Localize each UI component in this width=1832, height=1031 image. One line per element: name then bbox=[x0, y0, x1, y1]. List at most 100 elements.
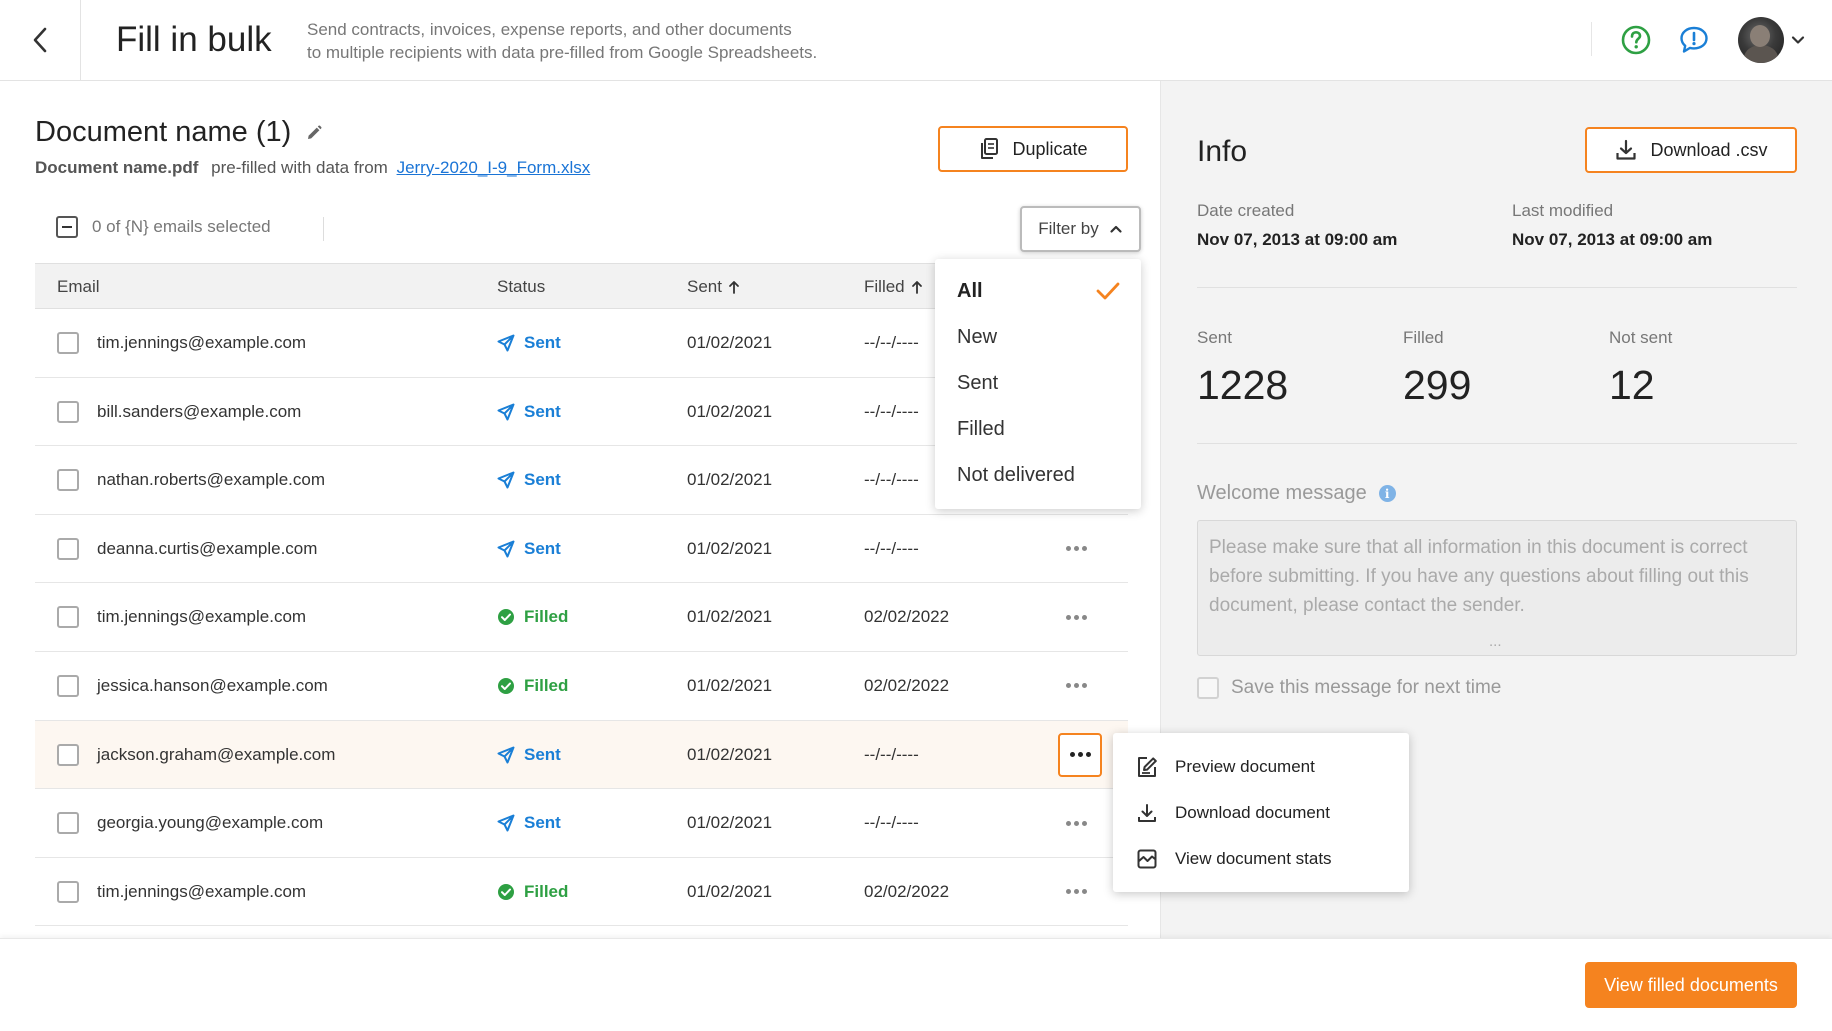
row-status-label: Filled bbox=[524, 607, 569, 627]
row-email: tim.jennings@example.com bbox=[97, 607, 307, 627]
stat-filled-value: 299 bbox=[1403, 362, 1472, 408]
row-more-actions-button[interactable] bbox=[1059, 811, 1093, 835]
row-more-actions-button[interactable] bbox=[1058, 732, 1102, 777]
row-sent-date: 01/02/2021 bbox=[687, 813, 773, 833]
filter-option-label: All bbox=[957, 279, 983, 302]
selection-divider bbox=[323, 217, 324, 241]
row-sent-date: 01/02/2021 bbox=[687, 607, 773, 627]
table-row[interactable]: tim.jennings@example.com Filled 01/02/2021… bbox=[35, 583, 1128, 652]
table-row[interactable]: georgia.young@example.com Sent 01/02/2021 -… bbox=[35, 789, 1128, 858]
row-checkbox[interactable] bbox=[57, 537, 79, 560]
row-status: Sent bbox=[497, 539, 561, 559]
filter-option-new[interactable]: New bbox=[935, 314, 1141, 360]
filter-option-all[interactable]: All bbox=[935, 268, 1141, 314]
row-filled-date: 02/02/2022 bbox=[864, 607, 950, 627]
column-status[interactable]: Status bbox=[497, 277, 545, 297]
row-checkbox[interactable] bbox=[57, 332, 79, 354]
paper-plane-icon bbox=[497, 814, 515, 832]
view-filled-documents-button[interactable]: View filled documents bbox=[1585, 962, 1797, 1008]
row-email: deanna.curtis@example.com bbox=[97, 538, 318, 558]
row-checkbox[interactable] bbox=[57, 674, 79, 697]
pencil-icon[interactable] bbox=[305, 124, 323, 142]
table-row[interactable]: jackson.graham@example.com Sent 01/02/2021… bbox=[35, 720, 1128, 790]
info-icon[interactable]: i bbox=[1378, 485, 1396, 502]
source-spreadsheet-link[interactable]: Jerry-2020_I-9_Form.xlsx bbox=[397, 158, 591, 177]
row-filled-date: 02/02/2022 bbox=[864, 881, 950, 901]
back-button[interactable] bbox=[0, 0, 81, 80]
info-title: Info bbox=[1197, 135, 1248, 168]
filter-option-label: New bbox=[957, 325, 998, 348]
check-circle-icon bbox=[498, 609, 514, 626]
row-email: tim.jennings@example.com bbox=[97, 881, 307, 901]
column-status-label: Status bbox=[497, 277, 546, 296]
row-status: Filled bbox=[497, 676, 568, 696]
filter-dropdown: All New Sent Filled Not delivered bbox=[935, 259, 1141, 509]
document-file-name: Document name.pdf bbox=[35, 158, 199, 177]
app-header: Fill in bulk Send contracts, invoices, e… bbox=[0, 0, 1832, 81]
paper-plane-icon bbox=[497, 746, 515, 764]
row-filled-date: --/--/---- bbox=[864, 744, 919, 764]
row-checkbox[interactable] bbox=[57, 469, 79, 492]
view-document-stats-label: View document stats bbox=[1175, 849, 1332, 868]
filter-option-sent[interactable]: Sent bbox=[935, 360, 1141, 406]
filter-by-button[interactable]: Filter by bbox=[1020, 206, 1141, 252]
avatar bbox=[1738, 17, 1784, 63]
filter-option-not-delivered[interactable]: Not delivered bbox=[935, 452, 1141, 498]
row-more-actions-button[interactable] bbox=[1059, 537, 1093, 561]
save-message-checkbox[interactable] bbox=[1197, 677, 1219, 699]
stats-icon bbox=[1137, 849, 1157, 869]
row-filled-date: --/--/---- bbox=[864, 401, 919, 421]
row-checkbox[interactable] bbox=[57, 400, 79, 423]
column-email-label: Email bbox=[57, 277, 100, 296]
paper-plane-icon bbox=[497, 334, 515, 352]
help-icon[interactable] bbox=[1620, 24, 1652, 56]
row-email: tim.jennings@example.com bbox=[97, 333, 307, 352]
subtitle-line-1: Send contracts, invoices, expense report… bbox=[307, 20, 792, 39]
welcome-message-ellipsis: ... bbox=[1489, 633, 1502, 650]
copy-icon bbox=[981, 138, 999, 159]
footer-bar bbox=[0, 938, 1832, 1031]
table-row[interactable]: tim.jennings@example.com Filled 01/02/2021… bbox=[35, 858, 1128, 927]
document-title: Document name (1) bbox=[35, 116, 323, 149]
row-status-label: Sent bbox=[524, 401, 561, 421]
sort-arrow-up-icon bbox=[911, 281, 922, 294]
row-more-actions-button[interactable] bbox=[1059, 605, 1093, 629]
user-menu[interactable] bbox=[1738, 16, 1806, 64]
feedback-chat-icon[interactable] bbox=[1678, 24, 1710, 56]
duplicate-button[interactable]: Duplicate bbox=[938, 126, 1128, 172]
document-title-text: Document name (1) bbox=[35, 116, 292, 148]
row-checkbox[interactable] bbox=[57, 743, 79, 766]
column-sent[interactable]: Sent bbox=[687, 277, 740, 297]
download-document-item[interactable]: Download document bbox=[1113, 790, 1409, 836]
row-status-label: Sent bbox=[524, 813, 561, 833]
row-email: jessica.hanson@example.com bbox=[97, 675, 328, 695]
row-status: Sent bbox=[497, 813, 561, 833]
stat-not-sent-label: Not sent bbox=[1609, 328, 1673, 347]
row-more-actions-button[interactable] bbox=[1059, 674, 1093, 698]
preview-document-item[interactable]: Preview document bbox=[1113, 744, 1409, 790]
view-document-stats-item[interactable]: View document stats bbox=[1113, 836, 1409, 882]
more-horizontal-icon bbox=[1065, 546, 1087, 552]
page-title: Fill in bulk bbox=[116, 20, 272, 59]
row-checkbox[interactable] bbox=[57, 812, 79, 835]
row-status-label: Filled bbox=[524, 881, 569, 901]
save-message-label: Save this message for next time bbox=[1231, 677, 1502, 698]
row-sent-date: 01/02/2021 bbox=[687, 333, 773, 352]
select-all-checkbox[interactable] bbox=[56, 216, 78, 238]
table-row[interactable]: jessica.hanson@example.com Filled 01/02/20… bbox=[35, 652, 1128, 721]
row-status: Sent bbox=[497, 333, 561, 353]
table-row[interactable]: deanna.curtis@example.com Sent 01/02/2021 -… bbox=[35, 515, 1128, 584]
download-csv-button[interactable]: Download .csv bbox=[1585, 127, 1797, 173]
row-status: Sent bbox=[497, 402, 561, 422]
row-checkbox[interactable] bbox=[57, 880, 79, 903]
row-more-actions-button[interactable] bbox=[1059, 880, 1093, 904]
row-status-label: Sent bbox=[524, 470, 561, 490]
column-sent-label: Sent bbox=[687, 277, 722, 296]
row-checkbox[interactable] bbox=[57, 606, 79, 629]
column-email[interactable]: Email bbox=[57, 277, 100, 297]
filter-option-filled[interactable]: Filled bbox=[935, 406, 1141, 452]
check-circle-icon bbox=[498, 677, 514, 694]
date-created-value: Nov 07, 2013 at 09:00 am bbox=[1197, 230, 1398, 249]
column-filled[interactable]: Filled bbox=[864, 277, 923, 297]
row-email: georgia.young@example.com bbox=[97, 813, 324, 833]
